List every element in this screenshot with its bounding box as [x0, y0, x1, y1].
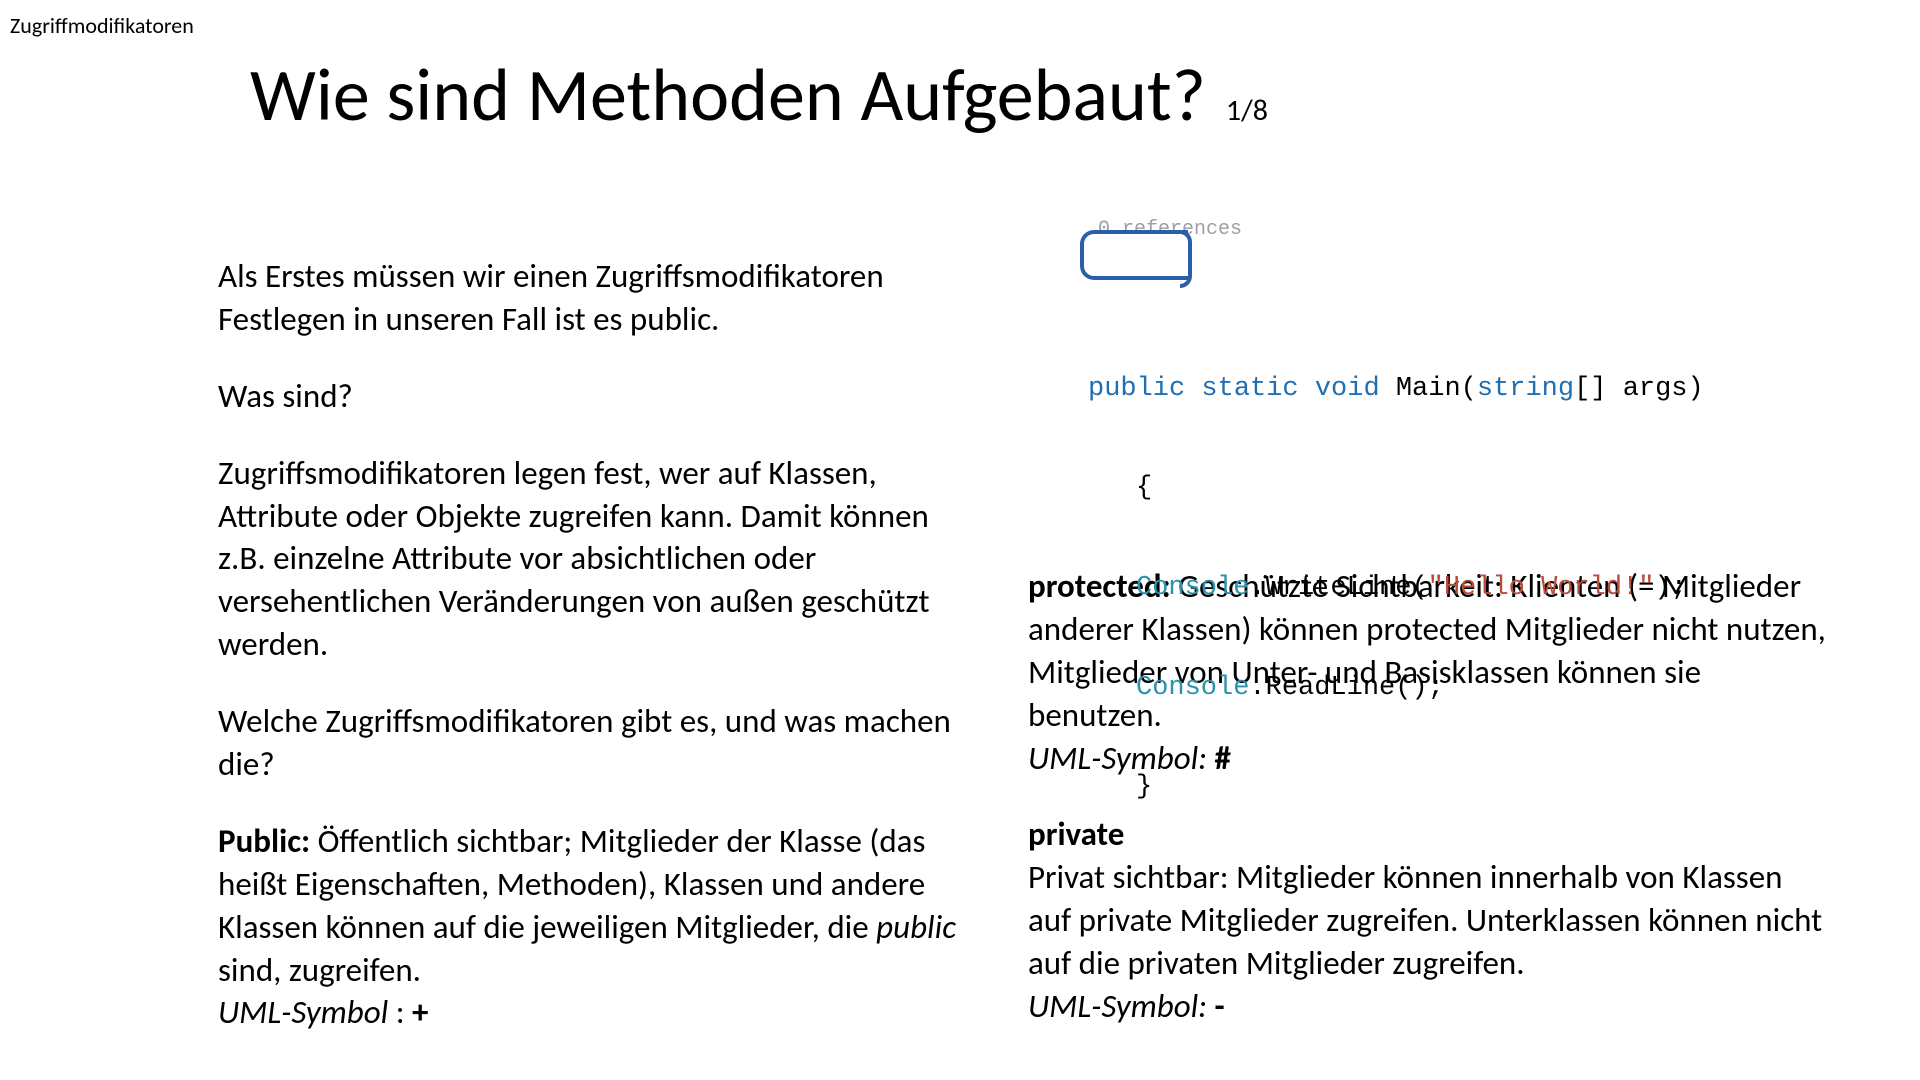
type-string: string [1477, 374, 1574, 404]
writeline: WriteLine [1266, 573, 1412, 603]
public-body-1: Öffentlich sichtbar; Mitglieder der Klas… [218, 821, 925, 947]
public-uml-sep: : [388, 992, 412, 1032]
public-italic: public [876, 907, 956, 947]
kw-public: public [1088, 374, 1185, 404]
code-references-label: 0 references [1098, 218, 1242, 243]
console-2: Console [1136, 673, 1249, 703]
title-row: Wie sind Methoden Aufgebaut? 1/8 [250, 50, 1268, 140]
string-hello: "Hello World!" [1428, 573, 1655, 603]
readline: ReadLine [1266, 673, 1396, 703]
code-line-signature: public static void Main(string[] args) [1088, 373, 1704, 406]
paren-open-1: ( [1411, 573, 1427, 603]
kw-static: static [1201, 374, 1298, 404]
page-indicator: 1/8 [1226, 92, 1268, 129]
brace-open: { [1136, 473, 1152, 503]
public-label: Public: [218, 821, 310, 861]
empty-call: (); [1395, 673, 1444, 703]
dot-2: . [1249, 673, 1265, 703]
code-snippet: 0 references public static void Main(str… [1088, 240, 1704, 871]
private-body: Privat sichtbar: Mitglieder können inner… [1028, 857, 1822, 983]
left-column: Als Erstes müssen wir einen Zugriffsmodi… [218, 255, 978, 1034]
code-line-readline: Console.ReadLine(); [1088, 672, 1704, 705]
slide: Zugriffmodifikatoren Wie sind Methoden A… [0, 0, 1920, 1080]
brace-close: } [1136, 772, 1152, 802]
public-uml-symbol: + [412, 992, 428, 1032]
intro-paragraph: Als Erstes müssen wir einen Zugriffsmodi… [218, 255, 978, 341]
arr-brackets: [] [1574, 374, 1623, 404]
definition-paragraph: Zugriffsmodifikatoren legen fest, wer au… [218, 452, 978, 666]
arg-name: args [1623, 374, 1688, 404]
topic-label: Zugriffmodifikatoren [10, 12, 194, 39]
sig-open: ( [1461, 374, 1477, 404]
private-uml-symbol: - [1207, 986, 1225, 1026]
kw-void: void [1315, 374, 1380, 404]
public-body-2: sind, zugreifen. [218, 950, 421, 990]
question-2: Welche Zugriffsmodifikatoren gibt es, un… [218, 700, 978, 786]
code-line-writeline: Console.WriteLine("Hello World!"); [1088, 572, 1704, 605]
sig-close: ) [1688, 374, 1704, 404]
question-1: Was sind? [218, 375, 978, 418]
dot-1: . [1249, 573, 1265, 603]
code-line-brace-open: { [1088, 472, 1704, 505]
fn-main: Main [1396, 374, 1461, 404]
console-1: Console [1136, 573, 1249, 603]
public-uml-label: UML-Symbol [218, 992, 388, 1032]
code-line-brace-close: } [1088, 771, 1704, 804]
public-section: Public: Öffentlich sichtbar; Mitglieder … [218, 820, 978, 1034]
slide-title: Wie sind Methoden Aufgebaut? [250, 50, 1206, 140]
private-uml-label: UML-Symbol: [1028, 986, 1207, 1026]
paren-close-1: ); [1655, 573, 1687, 603]
